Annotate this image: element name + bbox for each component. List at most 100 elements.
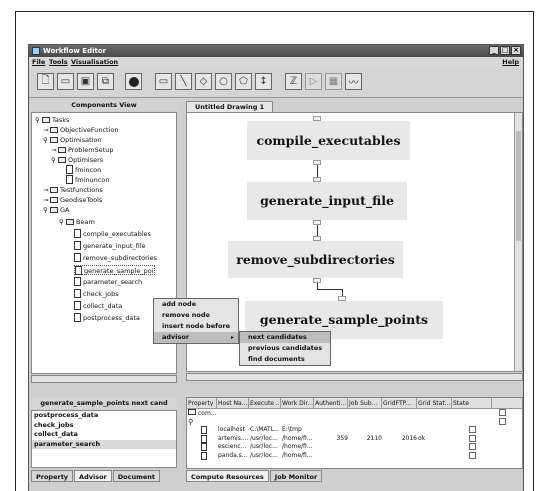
tree-node-generate-sample-points[interactable]: generate_sample_poi xyxy=(74,265,155,275)
state-checkbox[interactable] xyxy=(469,434,476,442)
tree-node-objectivefunction[interactable]: ⊸ ObjectiveFunction xyxy=(43,125,118,135)
table-row[interactable]: localhost C:\MATL... E:\tmp xyxy=(187,426,522,435)
tree-node-testfunctions[interactable]: ⊸ Testfunctions xyxy=(43,185,103,195)
menu-item-previous-candidates[interactable]: previous candidates xyxy=(240,343,330,354)
save-icon[interactable]: ▣ xyxy=(77,73,94,90)
column-header[interactable]: Execute ... xyxy=(249,398,281,408)
collapse-icon[interactable]: ⚲ xyxy=(35,115,42,125)
expand-icon[interactable]: ⊸ xyxy=(43,185,50,195)
list-item[interactable]: check_jobs xyxy=(32,421,176,431)
state-checkbox[interactable] xyxy=(469,443,476,450)
table-cell xyxy=(348,452,382,461)
tree-node-compile-executables[interactable]: compile_executables xyxy=(74,229,151,239)
column-header[interactable]: GridFTP... xyxy=(382,398,417,408)
column-header[interactable]: Authenti... xyxy=(314,398,348,408)
tree-node-parameter-search[interactable]: parameter_search xyxy=(74,277,142,287)
menu-item-add-node[interactable]: add node xyxy=(154,299,238,310)
tree-node-check-jobs[interactable]: check_jobs xyxy=(74,289,119,299)
column-header[interactable]: Job Sub... xyxy=(348,398,382,408)
tree-node-optimisation[interactable]: ⚲ Optimisation xyxy=(43,135,102,145)
table-row[interactable]: escienc... /usr/loc... /home/fi... xyxy=(187,443,522,452)
table-row[interactable]: artemis.... /usr/loc... /home/fi... 359 … xyxy=(187,434,522,444)
scroll-thumb[interactable] xyxy=(516,131,521,241)
tree-node-geodisetools[interactable]: ⊸ GeodiseTools xyxy=(43,195,102,205)
table-row[interactable]: panda.s... /usr/loc... /home/fi... xyxy=(187,451,522,461)
rectangle-icon[interactable]: ▭ xyxy=(155,73,172,90)
new-file-icon[interactable]: 🗋 xyxy=(37,73,54,90)
collapse-icon[interactable]: ⚲ xyxy=(43,205,50,215)
canvas-vertical-scrollbar[interactable] xyxy=(514,113,522,371)
menu-item-find-documents[interactable]: find documents xyxy=(240,354,330,365)
tree-node-beam[interactable]: ⚲ Beam xyxy=(59,217,95,227)
tab-compute-resources[interactable]: Compute Resources xyxy=(186,470,269,482)
cursor-icon[interactable]: ↕ xyxy=(255,73,272,90)
script-icon[interactable]: ℤ xyxy=(285,73,302,90)
minimize-button[interactable]: _ xyxy=(489,46,499,55)
state-checkbox[interactable] xyxy=(469,451,476,459)
collapse-icon[interactable]: ⚲ xyxy=(51,155,58,165)
toolbar: 🗋 ▭ ▣ ⧉ ▭ ╲ ◇ ○ ⬠ ↕ ℤ ▷ ▦ 〰 xyxy=(29,68,523,98)
list-item[interactable]: parameter_search xyxy=(32,439,176,449)
expand-icon[interactable]: ⊸ xyxy=(43,195,50,205)
column-header[interactable]: Host Na... xyxy=(217,398,249,408)
panel-splitter[interactable] xyxy=(178,100,184,480)
column-header[interactable]: Grid Stat... xyxy=(417,398,452,408)
folder-icon xyxy=(50,207,58,213)
column-header[interactable]: Work Dir... xyxy=(281,398,314,408)
table-row[interactable]: com... xyxy=(187,409,522,418)
tree-node-postprocess-data[interactable]: postprocess_data xyxy=(74,313,140,323)
tree-node-generate-input-file[interactable]: generate_input_file xyxy=(74,241,146,251)
grid-icon[interactable]: ▦ xyxy=(325,73,342,90)
menu-file[interactable]: File xyxy=(32,57,45,68)
tab-property[interactable]: Property xyxy=(31,470,74,482)
tree-node-remove-subdirectories[interactable]: remove_subdirectories xyxy=(74,253,157,263)
menu-item-advisor[interactable]: advisor ▸ xyxy=(154,332,238,343)
menu-help[interactable]: Help xyxy=(502,57,519,68)
tree-node-fminuncon[interactable]: fminuncon xyxy=(66,175,109,185)
collapse-icon[interactable]: ⚲ xyxy=(43,135,50,145)
close-button[interactable]: × xyxy=(511,46,521,55)
expand-icon[interactable]: ⊸ xyxy=(43,125,50,135)
graph-icon[interactable]: 〰 xyxy=(345,73,362,90)
line-icon[interactable]: ╲ xyxy=(175,73,192,90)
collapse-icon[interactable]: ⚲ xyxy=(59,217,66,227)
circle-icon[interactable]: ○ xyxy=(215,73,232,90)
collapse-icon[interactable]: ⚲ xyxy=(187,418,217,427)
tree-horizontal-scrollbar[interactable] xyxy=(31,375,177,383)
column-header[interactable]: Property xyxy=(187,398,217,408)
tree-node-optimisers[interactable]: ⚲ Optimisers xyxy=(51,155,103,165)
play-icon[interactable]: ▷ xyxy=(305,73,322,90)
tab-document[interactable]: Document xyxy=(112,470,161,482)
state-checkbox[interactable] xyxy=(499,409,506,416)
expand-icon[interactable]: ⊸ xyxy=(51,145,58,155)
shield-icon[interactable]: ⬠ xyxy=(235,73,252,90)
node-generate-input-file[interactable]: generate_input_file xyxy=(247,182,407,220)
state-checkbox[interactable] xyxy=(499,417,506,425)
tree-node-tasks[interactable]: ⚲ Tasks xyxy=(35,115,69,125)
tree-node-collect-data[interactable]: collect_data xyxy=(74,301,122,311)
tree-node-fmincon[interactable]: fmincon xyxy=(66,165,101,175)
maximize-button[interactable]: □ xyxy=(500,46,510,55)
tab-job-monitor[interactable]: Job Monitor xyxy=(269,470,323,482)
record-icon[interactable] xyxy=(125,73,142,90)
menu-tools[interactable]: Tools xyxy=(49,57,68,68)
node-compile-executables[interactable]: compile_executables xyxy=(247,121,410,160)
open-folder-icon[interactable]: ▭ xyxy=(57,73,74,90)
list-item[interactable]: collect_data xyxy=(32,430,176,440)
tree-node-ga[interactable]: ⚲ GA xyxy=(43,205,69,215)
node-remove-subdirectories[interactable]: remove_subdirectories xyxy=(228,241,403,278)
menu-visualisation[interactable]: Visualisation xyxy=(71,57,118,68)
menu-item-next-candidates[interactable]: next candidates xyxy=(240,332,330,343)
copy-icon[interactable]: ⧉ xyxy=(97,73,114,90)
tab-untitled-drawing[interactable]: Untitled Drawing 1 xyxy=(186,101,274,112)
diamond-icon[interactable]: ◇ xyxy=(195,73,212,90)
list-item[interactable]: postprocess_data xyxy=(32,411,176,421)
menu-item-insert-node-before[interactable]: insert node before xyxy=(154,321,238,332)
tab-advisor[interactable]: Advisor xyxy=(74,470,112,482)
menu-item-remove-node[interactable]: remove node xyxy=(154,310,238,321)
canvas-horizontal-scrollbar[interactable] xyxy=(186,373,523,381)
table-row[interactable]: ⚲ xyxy=(187,417,522,427)
tree-node-problemsetup[interactable]: ⊸ ProblemSetup xyxy=(51,145,114,155)
state-checkbox[interactable] xyxy=(469,426,476,433)
column-header[interactable]: State xyxy=(452,398,492,408)
